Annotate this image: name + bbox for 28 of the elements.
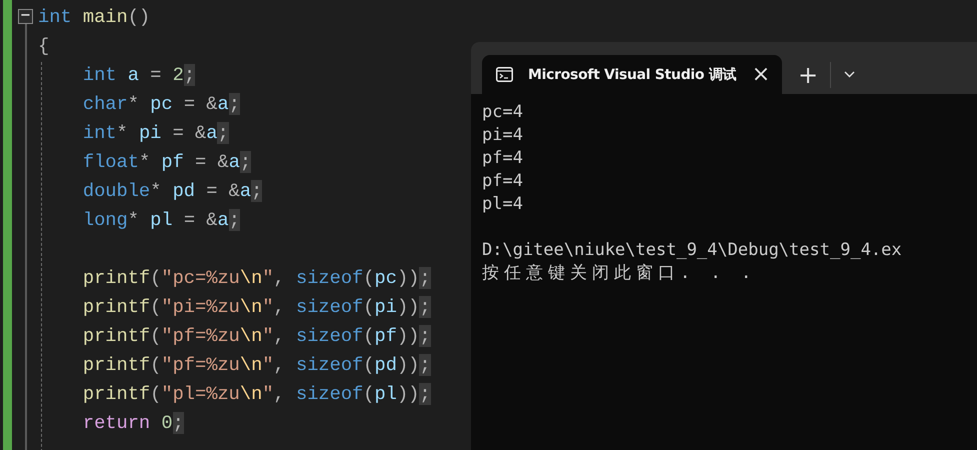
close-button[interactable]: × (750, 62, 772, 87)
output-line: D:\gitee\niuke\test_9_4\Debug\test_9_4.ex (482, 239, 902, 262)
code-line: printf("pl=%zu\n", sizeof(pl)); (82, 382, 431, 407)
code-line: int a = 2; (82, 63, 196, 88)
tab-title: Microsoft Visual Studio 调试 (528, 66, 738, 84)
collapse-toggle[interactable]: − (18, 9, 33, 24)
output-line: pl=4 (482, 193, 523, 216)
code-line: { (38, 34, 50, 59)
output-line: pc=4 (482, 101, 523, 124)
code-line: printf("pf=%zu\n", sizeof(pd)); (82, 353, 431, 378)
code-line: int* pi = &a; (82, 121, 229, 146)
terminal-icon (496, 67, 513, 82)
code-line: char* pc = &a; (82, 92, 240, 117)
code-line: int main() (38, 5, 150, 30)
code-line: long* pl = &a; (82, 208, 240, 233)
new-tab-button[interactable]: + (794, 55, 822, 94)
output-line: pf=4 (482, 170, 523, 193)
output-line: pi=4 (482, 124, 523, 147)
code-line: float* pf = &a; (82, 150, 252, 175)
code-line: double* pd = &a; (82, 179, 262, 204)
terminal-tab[interactable]: Microsoft Visual Studio 调试 × (482, 55, 782, 94)
code-line: printf("pc=%zu\n", sizeof(pc)); (82, 266, 431, 291)
code-line: printf("pf=%zu\n", sizeof(pf)); (82, 324, 431, 349)
code-line: printf("pi=%zu\n", sizeof(pi)); (82, 295, 431, 320)
chevron-down-icon (844, 71, 854, 78)
output-line: 按任意键关闭此窗口. . . (482, 262, 756, 285)
output-line: pf=4 (482, 147, 523, 170)
code-line: return 0; (82, 411, 184, 436)
